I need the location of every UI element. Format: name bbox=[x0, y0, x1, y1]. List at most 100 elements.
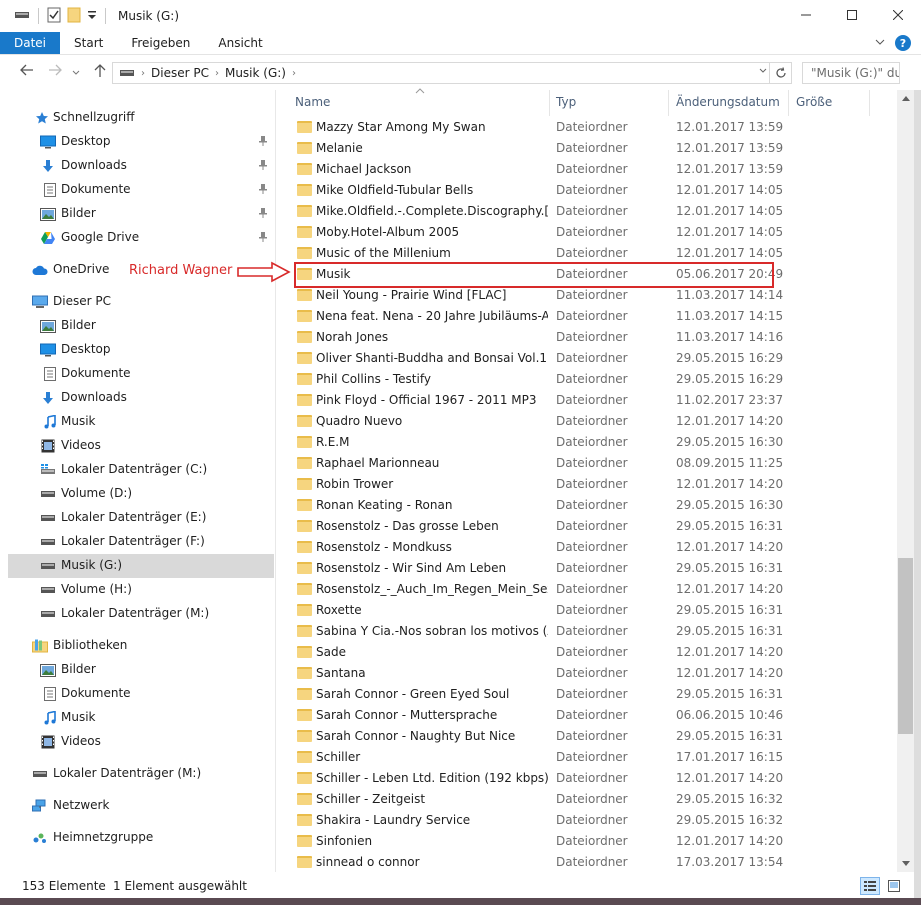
sidebar-item-musik[interactable]: Musik bbox=[8, 706, 274, 730]
tab-start[interactable]: Start bbox=[60, 32, 117, 54]
chevron-right-icon[interactable]: › bbox=[292, 68, 296, 79]
file-row[interactable]: Rosenstolz - Das grosse Leben Dateiordner… bbox=[293, 516, 893, 537]
file-row[interactable]: Shakira - Laundry Service Dateiordner 29.0… bbox=[293, 810, 893, 831]
file-row[interactable]: Neil Young - Prairie Wind [FLAC] Dateiord… bbox=[293, 285, 893, 306]
drive-icon[interactable] bbox=[14, 9, 30, 24]
file-row[interactable]: Norah Jones Dateiordner 11.03.2017 14:16 bbox=[293, 327, 893, 348]
breadcrumb-musik-g[interactable]: Musik (G:) bbox=[225, 66, 286, 80]
file-row[interactable]: Michael Jackson Dateiordner 12.01.2017 13:… bbox=[293, 159, 893, 180]
tab-ansicht[interactable]: Ansicht bbox=[204, 32, 276, 54]
pin-icon[interactable] bbox=[258, 135, 268, 150]
properties-icon[interactable] bbox=[47, 7, 61, 26]
file-row[interactable]: Roxette Dateiordner 29.05.2015 16:31 bbox=[293, 600, 893, 621]
file-row[interactable]: Sarah Connor - Green Eyed Soul Dateiordne… bbox=[293, 684, 893, 705]
column-divider[interactable] bbox=[668, 90, 669, 116]
tab-freigeben[interactable]: Freigeben bbox=[117, 32, 204, 54]
sidebar-item-lokaler-datenträger-m[interactable]: Lokaler Datenträger (M:) bbox=[8, 762, 274, 786]
file-row[interactable]: Ronan Keating - Ronan Dateiordner 29.05.20… bbox=[293, 495, 893, 516]
sidebar-item-dokumente[interactable]: Dokumente bbox=[8, 362, 274, 386]
file-row[interactable]: Sarah Connor - Muttersprache Dateiordner 0… bbox=[293, 705, 893, 726]
file-row[interactable]: Oliver Shanti-Buddha and Bonsai Vol.1 Dat… bbox=[293, 348, 893, 369]
refresh-icon[interactable] bbox=[769, 63, 791, 83]
scroll-down-icon[interactable] bbox=[897, 855, 914, 872]
sidebar-item-musik[interactable]: Musik bbox=[8, 410, 274, 434]
sidebar-item-bibliotheken[interactable]: Bibliotheken bbox=[8, 634, 274, 658]
column-header-date[interactable]: Änderungsdatum bbox=[676, 90, 780, 114]
close-button[interactable] bbox=[875, 0, 921, 30]
column-divider[interactable] bbox=[869, 90, 870, 116]
file-row[interactable]: Sinfonien Dateiordner 12.01.2017 14:20 bbox=[293, 831, 893, 852]
file-row[interactable]: Santana Dateiordner 12.01.2017 14:20 bbox=[293, 663, 893, 684]
expand-ribbon-icon[interactable] bbox=[875, 38, 885, 49]
sidebar-item-musik-g[interactable]: Musik (G:) bbox=[8, 554, 274, 578]
pin-icon[interactable] bbox=[258, 159, 268, 174]
sidebar-item-bilder[interactable]: Bilder bbox=[8, 202, 274, 226]
details-view-icon[interactable] bbox=[860, 877, 880, 895]
sidebar-item-dokumente[interactable]: Dokumente bbox=[8, 178, 274, 202]
sidebar-item-google-drive[interactable]: Google Drive bbox=[8, 226, 274, 250]
pin-icon[interactable] bbox=[258, 183, 268, 198]
sidebar-item-volume-h[interactable]: Volume (H:) bbox=[8, 578, 274, 602]
maximize-button[interactable] bbox=[829, 0, 875, 30]
file-row[interactable]: Moby.Hotel-Album 2005 Dateiordner 12.01.20… bbox=[293, 222, 893, 243]
recent-locations-icon[interactable] bbox=[72, 64, 80, 80]
sidebar-item-videos[interactable]: Videos bbox=[8, 434, 274, 458]
address-bar[interactable]: › Dieser PC › Musik (G:) › bbox=[112, 62, 792, 84]
column-header-size[interactable]: Größe bbox=[796, 90, 832, 114]
chevron-right-icon[interactable]: › bbox=[215, 68, 219, 79]
file-row[interactable]: Raphael Marionneau Dateiordner 08.09.2015 … bbox=[293, 453, 893, 474]
column-divider[interactable] bbox=[788, 90, 789, 116]
file-row[interactable]: sinnead o connor Dateiordner 17.03.2017 13… bbox=[293, 852, 893, 873]
file-row[interactable]: Pink Floyd - Official 1967 - 2011 MP3 Dat… bbox=[293, 390, 893, 411]
file-row[interactable]: Schiller - Leben Ltd. Edition (192 kbps)… bbox=[293, 768, 893, 789]
scrollbar-thumb[interactable] bbox=[898, 558, 913, 734]
file-row[interactable]: R.E.M Dateiordner 29.05.2015 16:30 bbox=[293, 432, 893, 453]
file-row[interactable]: Mike Oldfield-Tubular Bells Dateiordner 12… bbox=[293, 180, 893, 201]
sidebar-item-heimnetzgruppe[interactable]: Heimnetzgruppe bbox=[8, 826, 274, 850]
large-icons-view-icon[interactable] bbox=[884, 877, 904, 895]
column-divider[interactable] bbox=[549, 90, 550, 116]
new-folder-icon[interactable] bbox=[67, 7, 81, 26]
search-input[interactable]: "Musik (G:)" durchsuchen bbox=[802, 62, 900, 84]
column-header-type[interactable]: Typ bbox=[556, 90, 576, 114]
tab-datei[interactable]: Datei bbox=[0, 32, 61, 54]
forward-arrow-icon[interactable] bbox=[48, 64, 62, 80]
customize-toolbar-icon[interactable] bbox=[87, 9, 97, 24]
file-row[interactable]: Music of the Millenium Dateiordner 12.01.2… bbox=[293, 243, 893, 264]
sidebar-item-dokumente[interactable]: Dokumente bbox=[8, 682, 274, 706]
file-row[interactable]: Schiller Dateiordner 17.01.2017 16:15 bbox=[293, 747, 893, 768]
help-icon[interactable]: ? bbox=[895, 35, 911, 51]
sidebar-item-desktop[interactable]: Desktop bbox=[8, 338, 274, 362]
sidebar-item-schnellzugriff[interactable]: Schnellzugriff bbox=[8, 106, 274, 130]
scroll-up-icon[interactable] bbox=[897, 90, 914, 107]
sidebar-item-desktop[interactable]: Desktop bbox=[8, 130, 274, 154]
sidebar-item-bilder[interactable]: Bilder bbox=[8, 658, 274, 682]
sidebar-item-lokaler-datenträger-c[interactable]: Lokaler Datenträger (C:) bbox=[8, 458, 274, 482]
file-row[interactable]: Phil Collins - Testify Dateiordner 29.05.2… bbox=[293, 369, 893, 390]
file-row[interactable]: Rosenstolz - Wir Sind Am Leben Dateiordne… bbox=[293, 558, 893, 579]
breadcrumb-dieser-pc[interactable]: Dieser PC bbox=[151, 66, 209, 80]
sidebar-item-downloads[interactable]: Downloads bbox=[8, 154, 274, 178]
file-row[interactable]: Quadro Nuevo Dateiordner 12.01.2017 14:20 bbox=[293, 411, 893, 432]
pin-icon[interactable] bbox=[258, 231, 268, 246]
sidebar-item-dieser-pc[interactable]: Dieser PC bbox=[8, 290, 274, 314]
file-row[interactable]: Mazzy Star Among My Swan Dateiordner 12.01… bbox=[293, 117, 893, 138]
file-row[interactable]: Melanie Dateiordner 12.01.2017 13:59 bbox=[293, 138, 893, 159]
back-arrow-icon[interactable] bbox=[20, 64, 34, 80]
file-row[interactable]: Rosenstolz_-_Auch_Im_Regen_Mein_Sex_... D… bbox=[293, 579, 893, 600]
column-header-name[interactable]: Name bbox=[295, 90, 330, 114]
sidebar-item-lokaler-datenträger-f[interactable]: Lokaler Datenträger (F:) bbox=[8, 530, 274, 554]
chevron-right-icon[interactable]: › bbox=[141, 68, 145, 79]
file-row[interactable]: Sabina Y Cia.-Nos sobran los motivos (A.… bbox=[293, 621, 893, 642]
sidebar-item-lokaler-datenträger-e[interactable]: Lokaler Datenträger (E:) bbox=[8, 506, 274, 530]
file-row[interactable]: Sarah Connor - Naughty But Nice Dateiordn… bbox=[293, 726, 893, 747]
file-row[interactable]: Schiller - Zeitgeist Dateiordner 29.05.201… bbox=[293, 789, 893, 810]
sidebar-item-bilder[interactable]: Bilder bbox=[8, 314, 274, 338]
sidebar-item-lokaler-datenträger-m[interactable]: Lokaler Datenträger (M:) bbox=[8, 602, 274, 626]
sidebar-item-volume-d[interactable]: Volume (D:) bbox=[8, 482, 274, 506]
sidebar-item-netzwerk[interactable]: Netzwerk bbox=[8, 794, 274, 818]
chevron-down-icon[interactable] bbox=[759, 67, 767, 77]
file-row[interactable]: Rosenstolz - Mondkuss Dateiordner 12.01.20… bbox=[293, 537, 893, 558]
file-row[interactable]: Nena feat. Nena - 20 Jahre Jubiläums-Alb… bbox=[293, 306, 893, 327]
vertical-scrollbar[interactable] bbox=[897, 90, 914, 872]
